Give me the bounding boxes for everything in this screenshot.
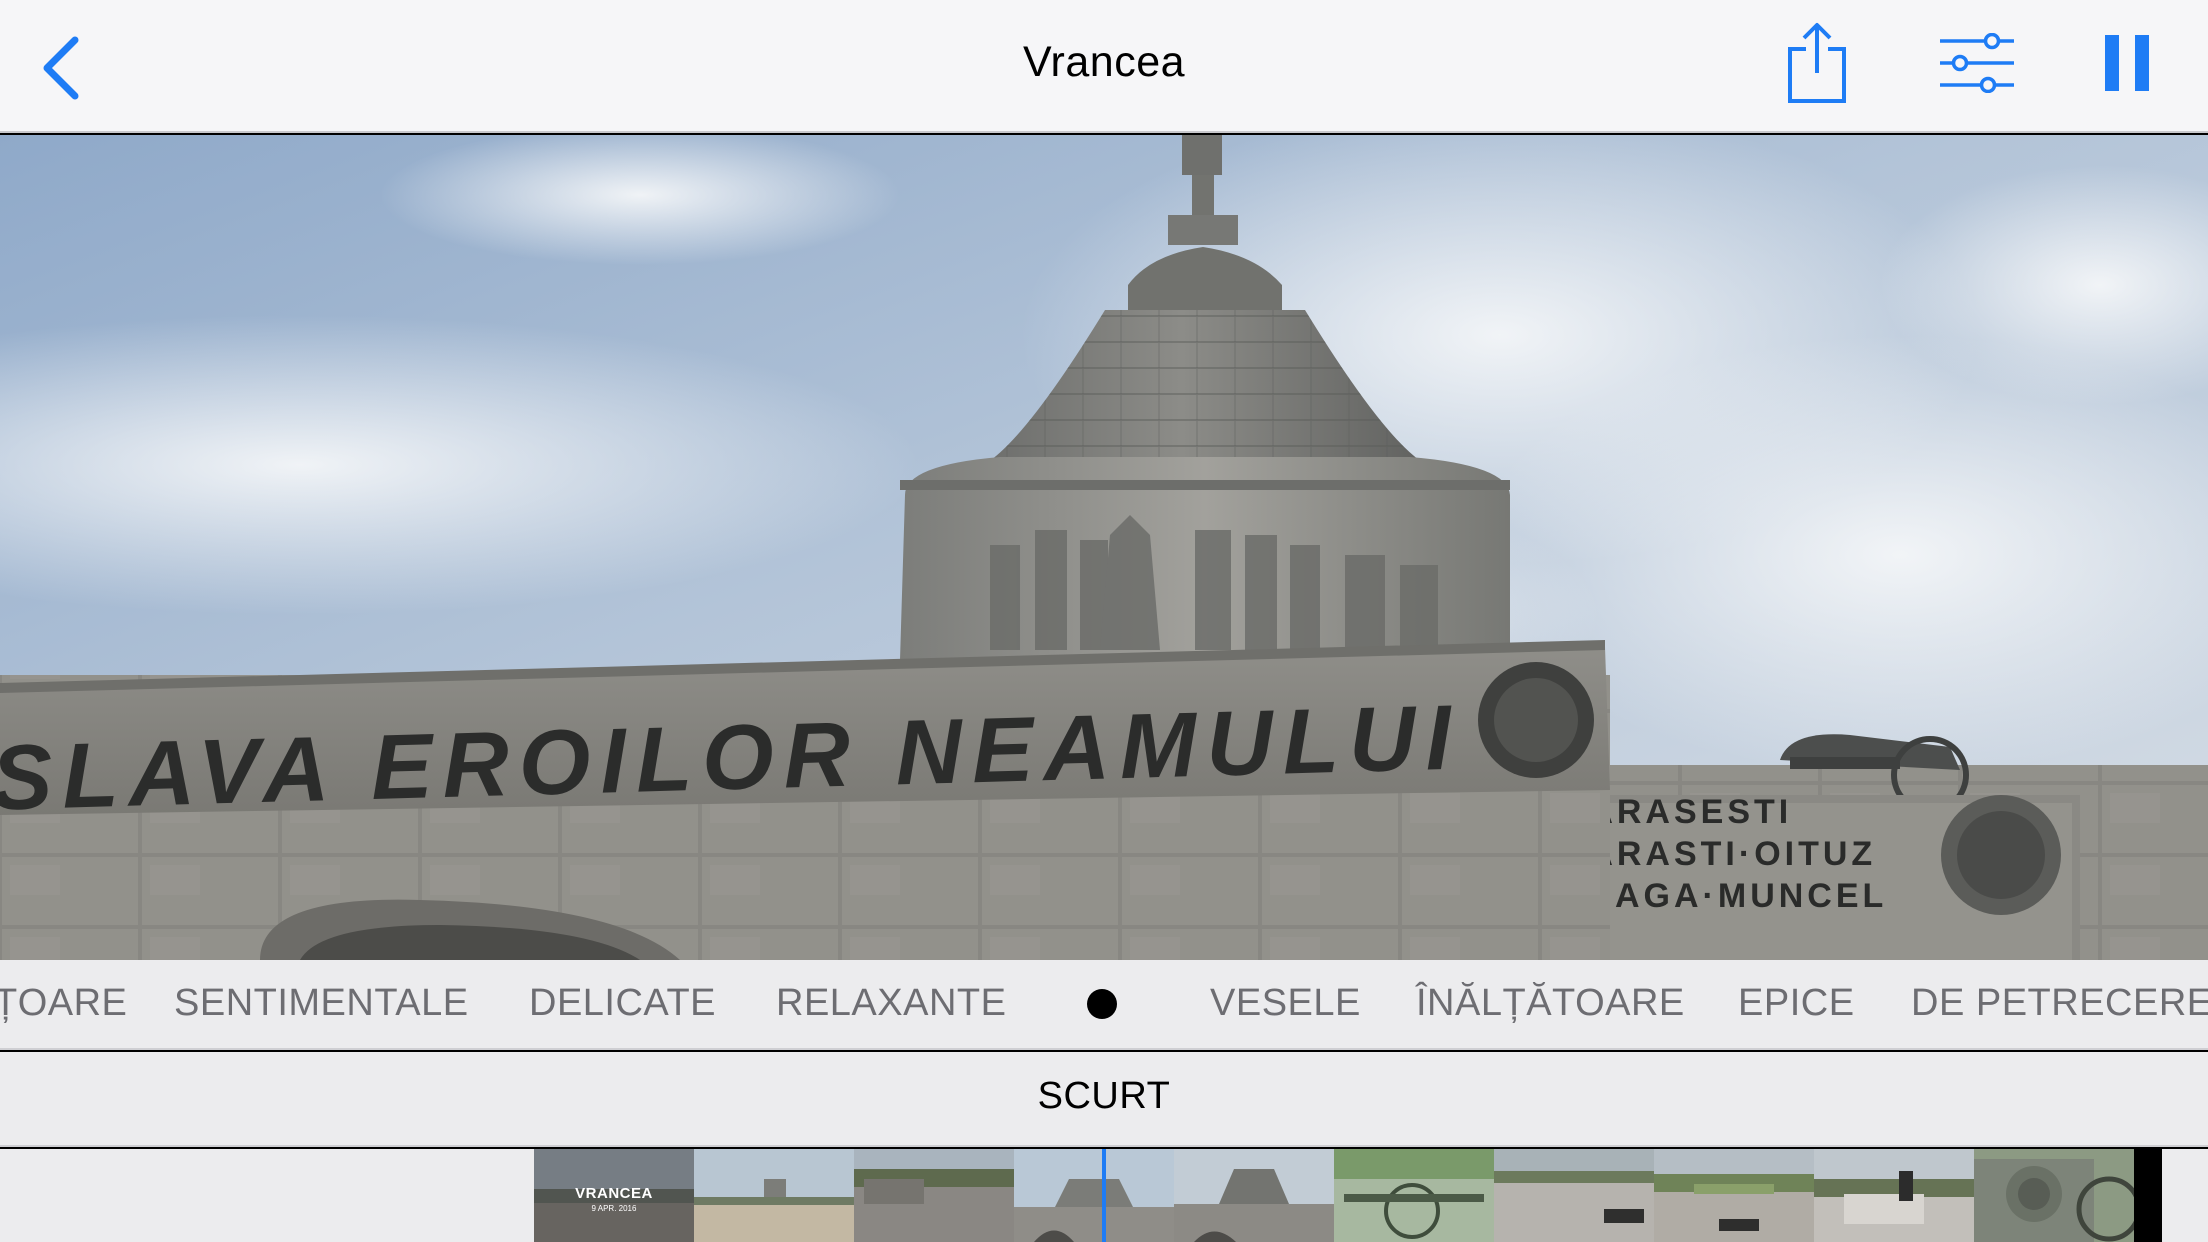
filmstrip-thumbnail[interactable] <box>1174 1149 1334 1242</box>
mood-option[interactable]: RELAXANTE <box>776 982 1006 1025</box>
filmstrip[interactable]: VRANCEA 9 APR. 2016 <box>0 1149 2208 1242</box>
filmstrip-thumbnail[interactable] <box>1974 1149 2134 1242</box>
mood-option[interactable]: EPICE <box>1738 982 1855 1025</box>
filmstrip-thumbnail[interactable] <box>1814 1149 1974 1242</box>
share-button[interactable] <box>1782 18 1852 108</box>
pause-icon <box>2105 35 2149 91</box>
title-card-text: VRANCEA <box>575 1185 653 1202</box>
filmstrip-thumbnail[interactable] <box>694 1149 854 1242</box>
mood-option[interactable]: SENTIMENTALE <box>174 982 469 1025</box>
mood-selected-indicator[interactable] <box>1087 989 1117 1019</box>
title-card-date: 9 APR. 2016 <box>591 1204 637 1213</box>
sliders-icon <box>1940 33 2014 93</box>
settings-button[interactable] <box>1932 28 2020 98</box>
mausoleum-photo: MARASESTI MARASTI·OITUZ DOAGA·MUNCEL SLA… <box>0 135 2208 960</box>
playhead[interactable] <box>1102 1149 1106 1242</box>
page-title: Vrancea <box>1022 38 1186 86</box>
share-icon <box>1788 23 1846 103</box>
filmstrip-thumbnail[interactable] <box>1334 1149 1494 1242</box>
mood-option[interactable]: ȚOARE <box>0 982 127 1025</box>
navigation-bar: Vrancea <box>0 0 2208 133</box>
video-preview[interactable]: MARASESTI MARASTI·OITUZ DOAGA·MUNCEL SLA… <box>0 135 2208 960</box>
thumbnail-strip: VRANCEA 9 APR. 2016 <box>534 1149 2134 1242</box>
duration-selector[interactable]: SCURT <box>0 1052 2208 1147</box>
mood-option[interactable]: ÎNĂLȚĂTOARE <box>1416 982 1685 1025</box>
filmstrip-thumbnail[interactable] <box>1014 1149 1174 1242</box>
duration-option-selected[interactable]: SCURT <box>0 1075 2208 1118</box>
filmstrip-thumbnail[interactable] <box>1494 1149 1654 1242</box>
mood-option[interactable]: DE PETRECERE <box>1911 982 2208 1025</box>
filmstrip-thumbnail[interactable]: VRANCEA 9 APR. 2016 <box>534 1149 694 1242</box>
filmstrip-thumbnail[interactable] <box>854 1149 1014 1242</box>
pause-button[interactable] <box>2092 28 2162 98</box>
filmstrip-thumbnail[interactable] <box>1654 1149 1814 1242</box>
filmstrip-end <box>2134 1149 2162 1242</box>
mood-option[interactable]: DELICATE <box>529 982 716 1025</box>
mood-option[interactable]: VESELE <box>1210 982 1361 1025</box>
